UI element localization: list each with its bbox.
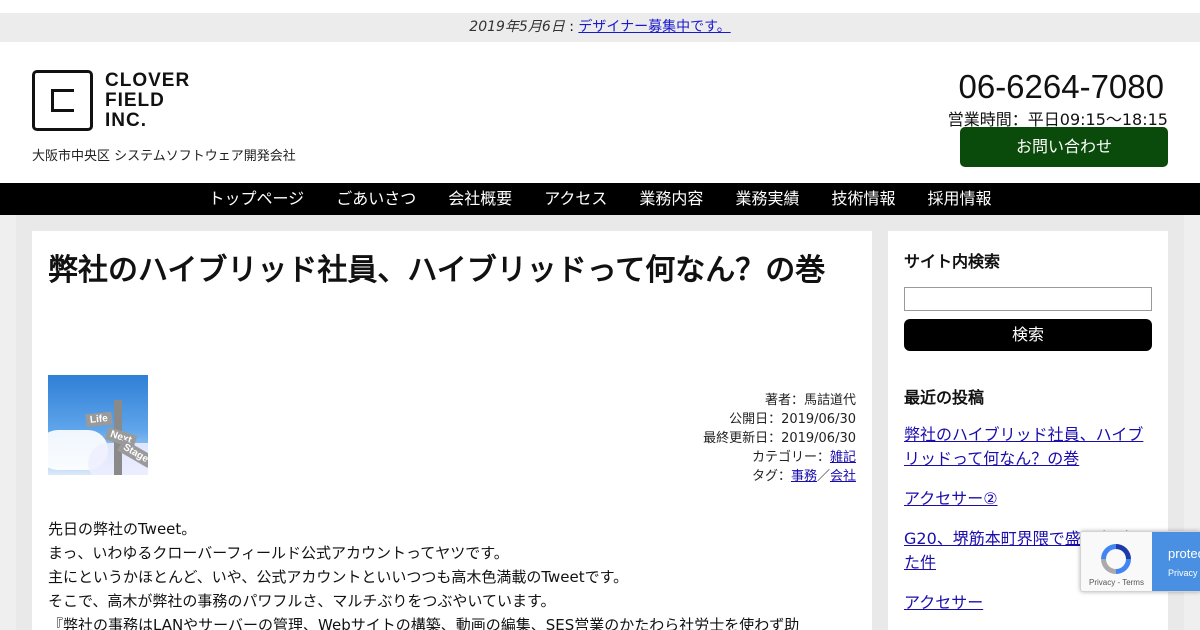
tagline: 大阪市中央区 システムソフトウェア開発会社 bbox=[32, 149, 296, 164]
paragraph: 主にというかほとんど、いや、公式アカウントといいつつも高木色満載のTweetです… bbox=[48, 568, 629, 586]
nav-item-tech[interactable]: 技術情報 bbox=[815, 183, 911, 215]
recaptcha-label-panel: protected Privacy bbox=[1152, 532, 1200, 591]
nav-item-services[interactable]: 業務内容 bbox=[623, 183, 719, 215]
search-input[interactable] bbox=[904, 287, 1152, 311]
tag-separator: ／ bbox=[816, 469, 830, 484]
category-link[interactable]: 雑記 bbox=[830, 450, 856, 465]
search-heading: サイト内検索 bbox=[904, 252, 1001, 271]
meta-author: 著者：馬詰道代 bbox=[764, 393, 856, 408]
logo-line-2: FIELD bbox=[105, 89, 165, 111]
logo-text: CLOVER FIELD INC. bbox=[105, 69, 191, 131]
nav-item-recruit[interactable]: 採用情報 bbox=[911, 183, 1007, 215]
recaptcha-sub: Privacy bbox=[1168, 568, 1198, 578]
article: 弊社のハイブリッド社員、ハイブリッドって何なん？の巻 Life Next Sta… bbox=[32, 231, 872, 630]
nav-item-results[interactable]: 業務実績 bbox=[719, 183, 815, 215]
notice-link[interactable]: デザイナー募集中です。 bbox=[578, 19, 730, 35]
main-nav: トップページ ごあいさつ 会社概要 アクセス 業務内容 業務実績 技術情報 採用… bbox=[0, 183, 1200, 215]
meta-tags: タグ：事務／会社 bbox=[703, 467, 856, 486]
paragraph: 先日の弊社のTweet。 bbox=[48, 520, 197, 538]
recaptcha-label: protected bbox=[1168, 546, 1200, 561]
article-title: 弊社のハイブリッド社員、ハイブリッドって何なん？の巻 bbox=[48, 253, 826, 288]
company-logo[interactable]: CLOVER FIELD INC. bbox=[32, 70, 190, 131]
recaptcha-links[interactable]: Privacy - Terms bbox=[1089, 578, 1144, 587]
article-body: 先日の弊社のTweet。 まっ、いわゆるクローバーフィールド公式アカウントってヤ… bbox=[48, 517, 858, 630]
paragraph: そこで、高木が弊社の事務のパワフルさ、マルチぶりをつぶやいています。 bbox=[48, 592, 556, 610]
top-strip bbox=[0, 0, 1200, 13]
recaptcha-badge[interactable]: Privacy - Terms protected Privacy bbox=[1080, 531, 1200, 592]
road-sign-life-next-stage-image: Life Next Stage bbox=[48, 375, 148, 475]
recent-post-link[interactable]: 弊社のハイブリッド社員、ハイブリッドって何なん？の巻 bbox=[904, 423, 1152, 471]
category-label: カテゴリー： bbox=[751, 450, 830, 465]
nav-item-greeting[interactable]: ごあいさつ bbox=[320, 183, 432, 215]
recent-posts-list: 弊社のハイブリッド社員、ハイブリッドって何なん？の巻 アクセサー② G20、堺筋… bbox=[904, 423, 1152, 630]
recent-posts-heading: 最近の投稿 bbox=[904, 388, 985, 407]
tag-link-2[interactable]: 会社 bbox=[830, 469, 856, 484]
logo-line-3: INC. bbox=[105, 109, 147, 131]
meta-category: カテゴリー：雑記 bbox=[703, 448, 856, 467]
nav-item-access[interactable]: アクセス bbox=[528, 183, 623, 215]
recent-post-link[interactable]: アクセサー bbox=[904, 591, 1152, 615]
paragraph: 『弊社の事務はLANやサーバーの管理、Webサイトの構築、動画の編集、SES営業… bbox=[48, 616, 800, 630]
nav-item-top[interactable]: トップページ bbox=[193, 183, 321, 215]
nav-item-company[interactable]: 会社概要 bbox=[432, 183, 528, 215]
site-header: CLOVER FIELD INC. 大阪市中央区 システムソフトウェア開発会社 … bbox=[0, 42, 1200, 183]
tag-label: タグ： bbox=[751, 469, 791, 484]
contact-button[interactable]: お問い合わせ bbox=[960, 127, 1168, 167]
notice-date: 2019年5月6日 bbox=[469, 19, 565, 35]
meta-published: 公開日：2019/06/30 bbox=[729, 412, 856, 427]
paragraph: まっ、いわゆるクローバーフィールド公式アカウントってヤツです。 bbox=[48, 544, 509, 562]
notice-separator: : bbox=[564, 19, 579, 35]
notice-bar: 2019年5月6日 : デザイナー募集中です。 bbox=[0, 13, 1200, 42]
logo-c-icon bbox=[32, 70, 93, 131]
tag-link-1[interactable]: 事務 bbox=[791, 469, 817, 484]
recent-post-link[interactable]: アクセサー② bbox=[904, 487, 1152, 511]
article-meta: 著者：馬詰道代 公開日：2019/06/30 最終更新日：2019/06/30 … bbox=[703, 391, 856, 486]
sign-life: Life bbox=[85, 411, 113, 428]
search-button[interactable]: 検索 bbox=[904, 319, 1152, 351]
phone-number: 06-6264-7080 bbox=[958, 68, 1164, 105]
recaptcha-icon bbox=[1101, 544, 1131, 574]
logo-line-1: CLOVER bbox=[105, 69, 191, 91]
meta-updated: 最終更新日：2019/06/30 bbox=[703, 431, 856, 446]
